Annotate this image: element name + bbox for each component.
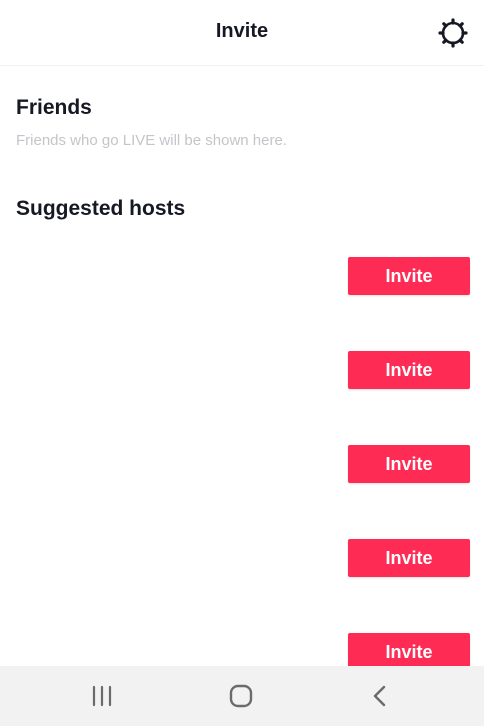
page-title: Invite — [215, 20, 269, 42]
host-row: Invite — [0, 351, 484, 391]
friends-heading: Friends — [16, 96, 92, 119]
invite-button[interactable]: Invite — [348, 539, 470, 577]
invite-screen: Invite Friends Friends who go LIVE will … — [0, 0, 484, 726]
suggested-hosts-heading: Suggested hosts — [16, 197, 186, 220]
back-button[interactable] — [340, 666, 420, 726]
invite-button[interactable]: Invite — [348, 257, 470, 295]
invite-button[interactable]: Invite — [348, 351, 470, 389]
host-row: Invite — [0, 539, 484, 579]
friends-empty-text: Friends who go LIVE will be shown here. — [16, 132, 287, 149]
gear-icon — [438, 18, 468, 48]
recent-apps-icon — [92, 685, 112, 707]
host-row: Invite — [0, 257, 484, 297]
home-button[interactable] — [201, 666, 281, 726]
recent-apps-button[interactable] — [62, 666, 142, 726]
home-icon — [229, 684, 253, 708]
top-bar: Invite — [0, 0, 484, 66]
invite-button[interactable]: Invite — [348, 445, 470, 483]
system-nav-bar — [0, 666, 484, 726]
host-row: Invite — [0, 445, 484, 485]
settings-button[interactable] — [434, 14, 472, 52]
back-icon — [373, 685, 386, 707]
